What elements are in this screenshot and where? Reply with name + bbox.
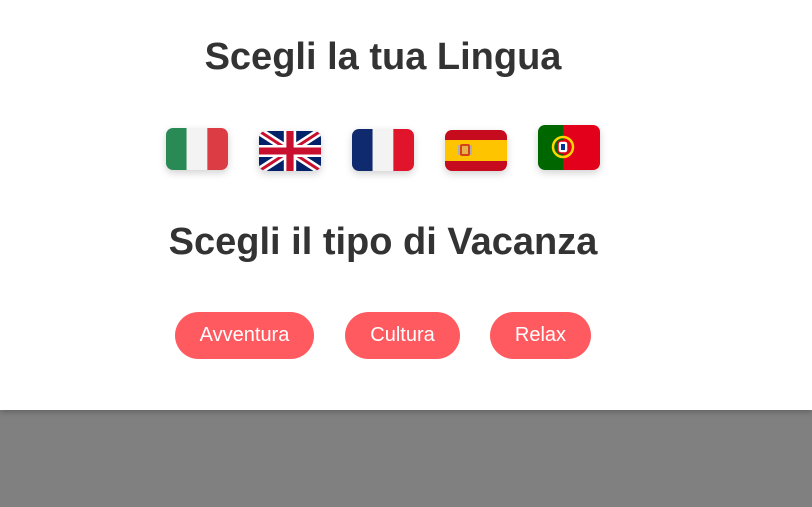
italy-flag-icon[interactable] xyxy=(166,128,228,170)
portugal-flag-icon[interactable] xyxy=(538,125,600,170)
uk-flag-icon[interactable] xyxy=(259,131,321,171)
adventure-button[interactable]: Avventura xyxy=(175,312,314,359)
language-title: Scegli la tua Lingua xyxy=(204,36,562,78)
vacation-title: Scegli il tipo di Vacanza xyxy=(168,221,598,263)
relax-button[interactable]: Relax xyxy=(490,312,591,359)
modal-overlay-backdrop[interactable] xyxy=(0,410,812,507)
culture-button[interactable]: Cultura xyxy=(345,312,460,359)
language-vacation-panel: Scegli la tua Lingua Scegli il tipo di V… xyxy=(0,0,812,410)
spain-flag-icon[interactable] xyxy=(445,130,507,171)
france-flag-icon[interactable] xyxy=(352,129,414,171)
